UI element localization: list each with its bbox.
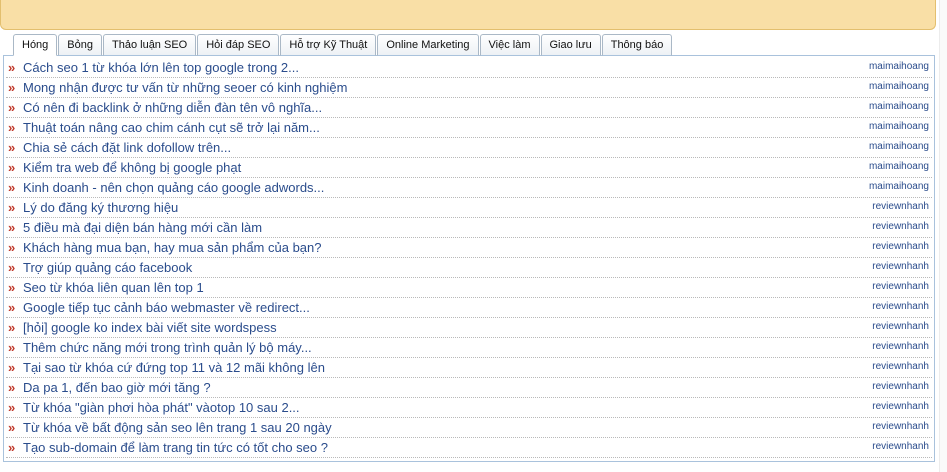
thread-author-link[interactable]: maimaihoang bbox=[869, 61, 929, 73]
double-chevron-icon: » bbox=[8, 399, 15, 415]
double-chevron-icon: » bbox=[8, 239, 15, 255]
thread-title-link[interactable]: Thuật toán nâng cao chim cánh cụt sẽ trở… bbox=[23, 120, 320, 136]
list-item: » Mong nhận được tư vấn từ những seoer có… bbox=[6, 78, 932, 98]
double-chevron-icon: » bbox=[8, 439, 15, 455]
thread-list: » Cách seo 1 từ khóa lớn lên top google t… bbox=[6, 58, 932, 458]
header-banner bbox=[0, 0, 936, 30]
category-tabs: Hóng Bỏng Thảo luận SEO Hỏi đáp SEO Hỗ trợ K… bbox=[13, 34, 673, 56]
thread-title-link[interactable]: Tại sao từ khóa cứ đứng top 11 và 12 mãi… bbox=[23, 360, 325, 376]
double-chevron-icon: » bbox=[8, 279, 15, 295]
double-chevron-icon: » bbox=[8, 299, 15, 315]
thread-title-link[interactable]: [hỏi] google ko index bài viết site word… bbox=[23, 320, 277, 336]
thread-author-link[interactable]: maimaihoang bbox=[869, 121, 929, 133]
scrollbar[interactable] bbox=[939, 0, 947, 472]
list-item: » Trợ giúp quảng cáo facebook reviewnhanh bbox=[6, 258, 932, 278]
thread-title-link[interactable]: Kiểm tra web để không bị google phạt bbox=[23, 160, 241, 176]
thread-title-link[interactable]: Tạo sub-domain để làm trang tin tức có t… bbox=[23, 440, 328, 456]
double-chevron-icon: » bbox=[8, 419, 15, 435]
double-chevron-icon: » bbox=[8, 359, 15, 375]
thread-author-link[interactable]: reviewnhanh bbox=[872, 401, 929, 413]
thread-title-link[interactable]: Kinh doanh - nên chọn quảng cáo google a… bbox=[23, 180, 324, 196]
thread-title-link[interactable]: Trợ giúp quảng cáo facebook bbox=[23, 260, 192, 276]
thread-title-link[interactable]: Cách seo 1 từ khóa lớn lên top google tr… bbox=[23, 60, 299, 76]
list-item: » Tạo sub-domain để làm trang tin tức có … bbox=[6, 438, 932, 458]
tab-8[interactable]: Thông báo bbox=[601, 34, 673, 56]
tab-7[interactable]: Giao lưu bbox=[540, 34, 601, 56]
thread-title-link[interactable]: Lý do đăng ký thương hiệu bbox=[23, 200, 178, 216]
thread-title-link[interactable]: Da pa 1, đến bao giờ mới tăng ? bbox=[23, 380, 211, 396]
list-item: » Cách seo 1 từ khóa lớn lên top google t… bbox=[6, 58, 932, 78]
double-chevron-icon: » bbox=[8, 99, 15, 115]
double-chevron-icon: » bbox=[8, 139, 15, 155]
thread-title-link[interactable]: Seo từ khóa liên quan lên top 1 bbox=[23, 280, 204, 296]
tab-6[interactable]: Việc làm bbox=[479, 34, 540, 56]
thread-title-link[interactable]: Khách hàng mua bạn, hay mua sản phẩm của… bbox=[23, 240, 322, 256]
list-item: » Từ khóa "giàn phơi hòa phát" vàotop 10 … bbox=[6, 398, 932, 418]
tab-4[interactable]: Hỗ trợ Kỹ Thuật bbox=[280, 34, 377, 56]
list-item: » Tại sao từ khóa cứ đứng top 11 và 12 mã… bbox=[6, 358, 932, 378]
tab-1[interactable]: Bỏng bbox=[58, 34, 102, 56]
list-item: » Từ khóa về bất động sản seo lên trang 1… bbox=[6, 418, 932, 438]
thread-author-link[interactable]: reviewnhanh bbox=[872, 301, 929, 313]
list-item: » Chia sẻ cách đặt link dofollow trên... m… bbox=[6, 138, 932, 158]
thread-title-link[interactable]: Google tiếp tục cảnh báo webmaster về re… bbox=[23, 300, 310, 316]
thread-author-link[interactable]: reviewnhanh bbox=[872, 361, 929, 373]
list-item: » Thuật toán nâng cao chim cánh cụt sẽ tr… bbox=[6, 118, 932, 138]
list-item: » Khách hàng mua bạn, hay mua sản phẩm củ… bbox=[6, 238, 932, 258]
double-chevron-icon: » bbox=[8, 339, 15, 355]
list-item: » 5 điều mà đại diện bán hàng mới cần làm… bbox=[6, 218, 932, 238]
thread-author-link[interactable]: reviewnhanh bbox=[872, 281, 929, 293]
list-item: » Lý do đăng ký thương hiệu reviewnhanh bbox=[6, 198, 932, 218]
thread-title-link[interactable]: Từ khóa về bất động sản seo lên trang 1 … bbox=[23, 420, 332, 436]
double-chevron-icon: » bbox=[8, 259, 15, 275]
thread-title-link[interactable]: Thêm chức năng mới trong trình quản lý b… bbox=[23, 340, 312, 356]
double-chevron-icon: » bbox=[8, 59, 15, 75]
double-chevron-icon: » bbox=[8, 319, 15, 335]
thread-author-link[interactable]: reviewnhanh bbox=[872, 321, 929, 333]
thread-author-link[interactable]: reviewnhanh bbox=[872, 261, 929, 273]
list-item: » Da pa 1, đến bao giờ mới tăng ? reviewnh… bbox=[6, 378, 932, 398]
thread-author-link[interactable]: reviewnhanh bbox=[872, 221, 929, 233]
thread-author-link[interactable]: maimaihoang bbox=[869, 81, 929, 93]
thread-author-link[interactable]: reviewnhanh bbox=[872, 341, 929, 353]
double-chevron-icon: » bbox=[8, 199, 15, 215]
thread-author-link[interactable]: reviewnhanh bbox=[872, 201, 929, 213]
thread-author-link[interactable]: maimaihoang bbox=[869, 101, 929, 113]
tab-3[interactable]: Hỏi đáp SEO bbox=[197, 34, 280, 56]
thread-author-link[interactable]: maimaihoang bbox=[869, 141, 929, 153]
double-chevron-icon: » bbox=[8, 79, 15, 95]
thread-author-link[interactable]: reviewnhanh bbox=[872, 381, 929, 393]
thread-title-link[interactable]: Có nên đi backlink ở những diễn đàn tên … bbox=[23, 100, 322, 116]
list-item: » Seo từ khóa liên quan lên top 1 reviewnh… bbox=[6, 278, 932, 298]
list-item: » Google tiếp tục cảnh báo webmaster về r… bbox=[6, 298, 932, 318]
tab-5[interactable]: Online Marketing bbox=[377, 34, 479, 56]
thread-author-link[interactable]: maimaihoang bbox=[869, 161, 929, 173]
thread-title-link[interactable]: Chia sẻ cách đặt link dofollow trên... bbox=[23, 140, 231, 156]
double-chevron-icon: » bbox=[8, 159, 15, 175]
thread-author-link[interactable]: reviewnhanh bbox=[872, 421, 929, 433]
thread-title-link[interactable]: 5 điều mà đại diện bán hàng mới cần làm bbox=[23, 220, 262, 236]
list-item: » Thêm chức năng mới trong trình quản lý … bbox=[6, 338, 932, 358]
double-chevron-icon: » bbox=[8, 179, 15, 195]
tab-0[interactable]: Hóng bbox=[13, 34, 58, 56]
thread-author-link[interactable]: reviewnhanh bbox=[872, 241, 929, 253]
thread-author-link[interactable]: maimaihoang bbox=[869, 181, 929, 193]
list-item: » Có nên đi backlink ở những diễn đàn tên… bbox=[6, 98, 932, 118]
list-item: » [hỏi] google ko index bài viết site wor… bbox=[6, 318, 932, 338]
thread-author-link[interactable]: reviewnhanh bbox=[872, 441, 929, 453]
tab-2[interactable]: Thảo luận SEO bbox=[103, 34, 197, 56]
list-item: » Kinh doanh - nên chọn quảng cáo google … bbox=[6, 178, 932, 198]
thread-title-link[interactable]: Từ khóa "giàn phơi hòa phát" vàotop 10 s… bbox=[23, 400, 300, 416]
double-chevron-icon: » bbox=[8, 379, 15, 395]
thread-title-link[interactable]: Mong nhận được tư vấn từ những seoer có … bbox=[23, 80, 347, 96]
double-chevron-icon: » bbox=[8, 219, 15, 235]
list-item: » Kiểm tra web để không bị google phạt mai… bbox=[6, 158, 932, 178]
double-chevron-icon: » bbox=[8, 119, 15, 135]
